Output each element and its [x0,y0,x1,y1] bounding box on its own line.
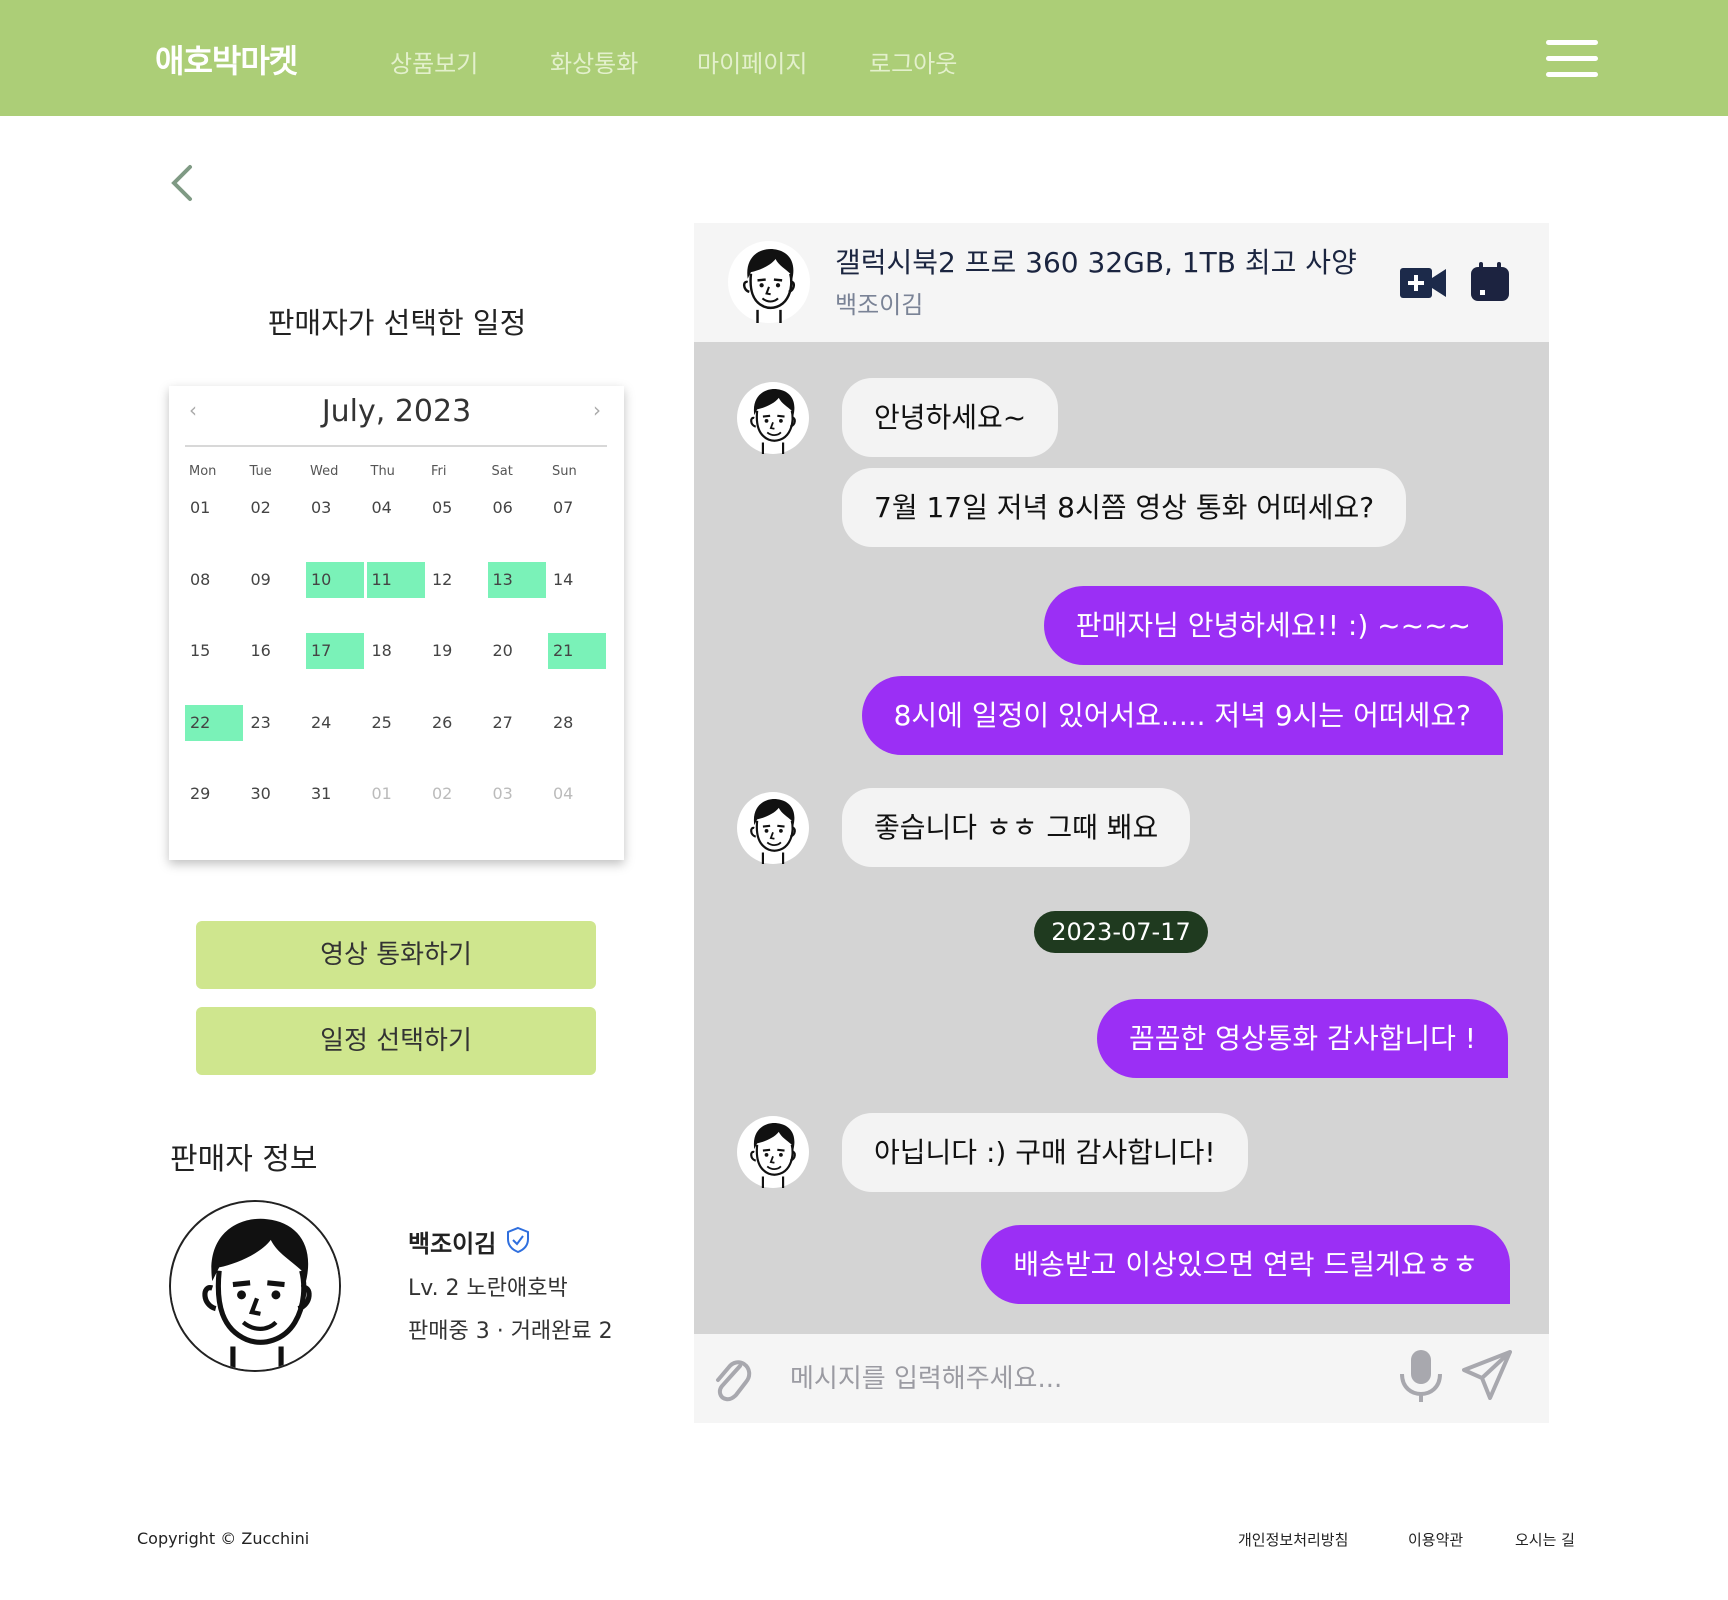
weekday-label: Wed [310,464,339,479]
message-input[interactable] [790,1352,1290,1406]
weekday-label: Tue [249,464,272,479]
calendar-day[interactable]: 04 [548,776,606,812]
calendar-day[interactable]: 29 [185,776,243,812]
next-month-icon[interactable]: › [593,398,601,422]
verified-badge-icon [507,1226,529,1254]
calendar-day[interactable]: 25 [367,705,425,741]
weekday-label: Mon [189,464,217,479]
calendar-day[interactable]: 28 [548,705,606,741]
calendar-day[interactable]: 09 [246,562,304,598]
seller-level: Lv. 2 노란애호박 [408,1276,568,1301]
message-incoming: 아닙니다 :) 구매 감사합니다! [842,1113,1248,1192]
nav-mypage[interactable]: 마이페이지 [697,44,807,79]
nav-video-call[interactable]: 화상통화 [550,44,638,79]
copyright-text: Copyright © Zucchini [137,1529,310,1548]
message-incoming: 7월 17일 저녁 8시쯤 영상 통화 어떠세요? [842,468,1407,547]
calendar-day[interactable]: 01 [367,776,425,812]
message-incoming: 안녕하세요~ [842,378,1059,457]
message-outgoing: 8시에 일정이 있어서요..... 저녁 9시는 어떠세요? [861,676,1503,755]
calendar-day[interactable]: 13 [487,561,546,598]
calendar-day[interactable]: 26 [427,705,485,741]
calendar-day[interactable]: 16 [246,633,304,669]
send-icon[interactable] [1462,1350,1512,1400]
microphone-icon[interactable] [1398,1348,1444,1404]
chat-header: 갤럭시북2 프로 360 32GB, 1TB 최고 사양 백조이김 [694,223,1549,342]
calendar-day[interactable]: 27 [488,705,546,741]
weekday-label: Sun [552,464,577,479]
calendar-icon[interactable] [1470,262,1510,302]
calendar-day[interactable]: 03 [306,490,364,526]
chat-messages: 안녕하세요~ 7월 17일 저녁 8시쯤 영상 통화 어떠세요? 판매자님 안녕… [694,342,1549,1334]
back-arrow-icon[interactable] [168,163,204,203]
calendar-day[interactable]: 15 [185,633,243,669]
chat-input-bar [694,1334,1549,1423]
calendar-day[interactable]: 18 [367,633,425,669]
calendar-day[interactable]: 07 [548,490,606,526]
seller-name[interactable]: 백조이김 [408,1224,496,1259]
nav-products[interactable]: 상품보기 [390,44,478,79]
calendar-day[interactable]: 20 [488,633,546,669]
weekday-label: Sat [491,464,513,479]
calendar-divider [185,445,607,447]
message-outgoing: 판매자님 안녕하세요!! :) ~~~~ [1043,586,1503,665]
message-avatar [737,1116,809,1188]
calendar-day[interactable]: 05 [427,490,485,526]
calendar-day[interactable]: 06 [488,490,546,526]
calendar-day[interactable]: 02 [246,490,304,526]
seller-info-title: 판매자 정보 [170,1142,318,1177]
message-avatar [737,382,809,454]
message-incoming: 좋습니다 ㅎㅎ 그때 봬요 [842,788,1191,867]
message-outgoing: 꼼꼼한 영상통화 감사합니다 ! [1096,999,1508,1078]
weekday-label: Fri [431,464,447,479]
calendar: ‹ July, 2023 › Mon Tue Wed Thu Fri Sat Sun 01 02… [169,386,624,860]
attachment-clip-icon[interactable] [712,1352,752,1406]
footer-privacy-link[interactable]: 개인정보처리방침 [1238,1529,1348,1550]
calendar-day[interactable]: 11 [366,561,425,598]
video-call-button[interactable]: 영상 통화하기 [196,921,596,989]
menu-icon[interactable] [1546,40,1598,78]
calendar-day[interactable]: 12 [427,562,485,598]
brand-logo[interactable]: 애호박마켓 [155,36,298,82]
message-outgoing: 배송받고 이상있으면 연락 드릴게요ㅎㅎ [981,1225,1510,1304]
message-avatar [737,792,809,864]
calendar-day[interactable]: 22 [185,704,243,741]
calendar-day[interactable]: 04 [367,490,425,526]
chat-seller-name: 백조이김 [835,291,924,319]
date-divider: 2023-07-17 [1034,911,1208,953]
calendar-day[interactable]: 17 [306,633,364,669]
calendar-day[interactable]: 19 [427,633,485,669]
nav-logout[interactable]: 로그아웃 [869,44,957,79]
calendar-day[interactable]: 03 [488,776,546,812]
seller-stats: 판매중 3 · 거래완료 2 [408,1319,613,1344]
chat-seller-avatar [728,241,810,323]
weekday-label: Thu [370,464,395,479]
top-navigation-bar: 애호박마켓 상품보기 화상통화 마이페이지 로그아웃 [0,0,1728,116]
calendar-day[interactable]: 23 [246,705,304,741]
video-call-add-icon[interactable] [1400,266,1446,300]
calendar-day[interactable]: 10 [306,561,364,598]
footer-terms-link[interactable]: 이용약관 [1408,1529,1463,1550]
product-title[interactable]: 갤럭시북2 프로 360 32GB, 1TB 최고 사양 [835,241,1357,281]
calendar-day[interactable]: 30 [246,776,304,812]
calendar-day[interactable]: 02 [427,776,485,812]
calendar-day[interactable]: 14 [548,562,606,598]
schedule-title: 판매자가 선택한 일정 [267,306,527,340]
calendar-day[interactable]: 24 [306,705,364,741]
footer-directions-link[interactable]: 오시는 길 [1515,1529,1575,1550]
seller-avatar [169,1200,341,1372]
calendar-day[interactable]: 01 [185,490,243,526]
calendar-day[interactable]: 21 [548,633,606,669]
select-schedule-button[interactable]: 일정 선택하기 [196,1007,596,1075]
calendar-day[interactable]: 31 [306,776,364,812]
calendar-day[interactable]: 08 [185,562,243,598]
calendar-month: July, 2023 [321,394,472,429]
